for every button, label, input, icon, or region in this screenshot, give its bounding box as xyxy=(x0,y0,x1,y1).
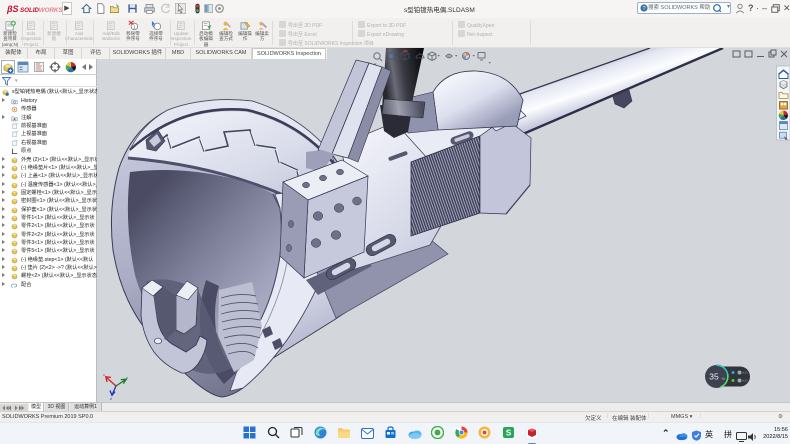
svg-text:%: % xyxy=(722,376,726,381)
svg-text:z: z xyxy=(110,396,112,401)
svg-text:35: 35 xyxy=(709,372,719,382)
svg-text:x: x xyxy=(103,372,105,377)
svg-text:S: S xyxy=(505,429,511,438)
svg-text:KO: KO xyxy=(743,379,748,383)
svg-text:y: y xyxy=(126,375,128,380)
svg-text:KO: KO xyxy=(743,371,748,375)
